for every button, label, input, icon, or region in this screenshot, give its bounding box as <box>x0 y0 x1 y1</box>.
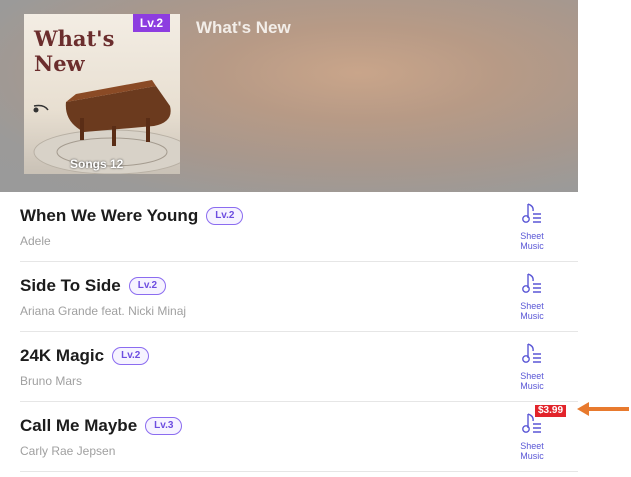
sheet-label-1: Sheet <box>520 231 544 241</box>
song-title: Side To Side <box>20 276 121 295</box>
piano-icon <box>33 80 180 174</box>
level-badge: Lv.3 <box>145 417 183 435</box>
music-note-icon <box>522 273 541 293</box>
song-title: Call Me Maybe <box>20 416 138 435</box>
artist-name: Adele <box>20 234 51 248</box>
album-cover[interactable]: What's New Lv.2 Songs 12 <box>24 14 180 174</box>
song-title: 24K Magic <box>20 346 105 365</box>
album-header: What's New Lv.2 Songs 12 What's New <box>0 0 578 192</box>
page-title: What's New <box>196 18 291 37</box>
arrow-left-icon <box>577 402 629 416</box>
sheet-label-2: Music <box>520 311 544 321</box>
sheet-music-button[interactable]: Sheet Music <box>510 342 554 391</box>
level-badge: Lv.2 <box>112 347 150 365</box>
song-row[interactable]: 24K Magic Lv.2 Bruno Mars Sheet Music <box>0 332 578 402</box>
price-tag: $3.99 <box>535 405 567 417</box>
sheet-label-2: Music <box>520 381 544 391</box>
level-badge: Lv.2 <box>206 207 244 225</box>
artist-name: Bruno Mars <box>20 374 83 388</box>
level-badge: Lv.2 <box>128 277 167 295</box>
song-row[interactable]: Side To Side Lv.2 Ariana Grande feat. Ni… <box>0 262 578 332</box>
music-note-icon <box>522 203 541 223</box>
music-note-icon <box>522 343 541 363</box>
cover-song-count: Songs 12 <box>70 157 124 171</box>
sheet-music-button[interactable]: Sheet Music <box>510 202 554 251</box>
artist-name: Ariana Grande feat. Nicki Minaj <box>20 304 187 318</box>
song-row[interactable]: Call Me Maybe Lv.3 Carly Rae Jepsen Shee… <box>0 402 578 472</box>
song-row[interactable]: When We Were Young Lv.2 Adele Sheet Musi… <box>0 192 578 262</box>
sheet-label-1: Sheet <box>520 301 544 311</box>
sheet-music-button[interactable]: Sheet Music <box>510 412 554 461</box>
sheet-label-2: Music <box>520 241 544 251</box>
artist-name: Carly Rae Jepsen <box>20 444 116 458</box>
song-title: When We Were Young <box>20 206 199 225</box>
sheet-label-2: Music <box>520 451 544 461</box>
sheet-label-1: Sheet <box>520 441 544 451</box>
sheet-music-button[interactable]: Sheet Music <box>510 272 554 321</box>
divider <box>20 471 578 472</box>
sheet-label-1: Sheet <box>520 371 544 381</box>
